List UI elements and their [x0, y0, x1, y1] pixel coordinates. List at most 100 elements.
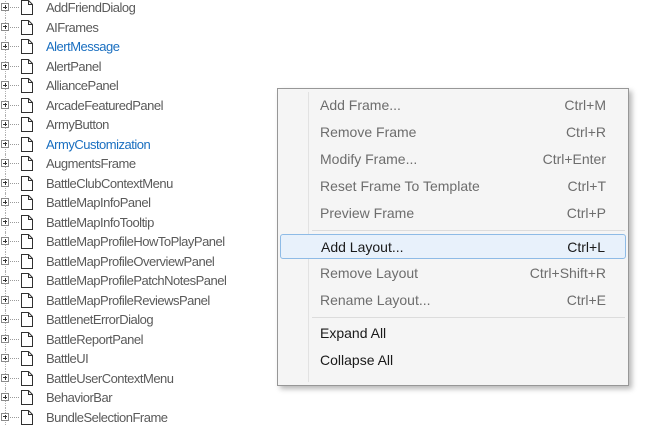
tree-node[interactable]: BundleSelectionFrame	[0, 407, 270, 426]
tree-connector-line	[10, 319, 19, 320]
plus-box-icon[interactable]	[1, 276, 9, 284]
tree-node-label[interactable]: BattleClubContextMenu	[46, 174, 173, 194]
tree-node[interactable]: BattleMapProfilePatchNotesPanel	[0, 271, 270, 291]
tree-node[interactable]: BattleMapInfoTooltip	[0, 212, 270, 233]
plus-box-icon[interactable]	[1, 373, 9, 382]
plus-box-icon[interactable]	[1, 139, 9, 148]
menu-item-reset-frame-to-template[interactable]: Reset Frame To Template Ctrl+T	[280, 174, 626, 199]
tree-node[interactable]: AIFrames	[0, 17, 270, 38]
plus-box-icon[interactable]	[1, 315, 9, 323]
tree-node-label[interactable]: BattleMapInfoPanel	[46, 193, 151, 213]
document-icon	[21, 292, 33, 308]
tree-node-label[interactable]: BattleMapProfileReviewsPanel	[46, 291, 210, 311]
plus-box-icon[interactable]	[1, 3, 9, 11]
tree-node-label[interactable]: ArmyButton	[46, 115, 109, 135]
tree-node-label[interactable]: BattleMapProfilePatchNotesPanel	[46, 271, 227, 291]
menu-item-label: Add Frame...	[320, 97, 401, 113]
menu-item-remove-layout[interactable]: Remove Layout Ctrl+Shift+R	[280, 261, 626, 286]
menu-item-expand-all[interactable]: Expand All	[280, 321, 626, 346]
plus-box-icon[interactable]	[1, 256, 9, 265]
tree-node-label[interactable]: BundleSelectionFrame	[46, 408, 168, 426]
menu-item-add-frame[interactable]: Add Frame... Ctrl+M	[280, 93, 626, 118]
tree-node[interactable]: AlliancePanel	[0, 76, 270, 96]
plus-box-icon[interactable]	[1, 100, 9, 109]
tree-connector-line	[10, 163, 19, 164]
tree-node[interactable]: ArmyCustomization	[0, 134, 270, 155]
tree-node[interactable]: BattleUserContextMenu	[0, 368, 270, 389]
tree-node[interactable]: BattleClubContextMenu	[0, 173, 270, 194]
document-icon	[21, 97, 33, 113]
plus-box-icon[interactable]	[1, 61, 9, 70]
tree-connector-line	[10, 104, 19, 106]
document-icon	[21, 0, 33, 15]
tree-node-label[interactable]: BattleMapProfileOverviewPanel	[46, 252, 215, 272]
tree-node[interactable]: ArcadeFeaturedPanel	[0, 95, 270, 116]
plus-box-icon[interactable]	[1, 354, 9, 362]
frame-tree[interactable]: AddFriendDialog AIFrames AlertMessage Alert…	[0, 0, 270, 426]
tree-node-label[interactable]: ArmyCustomization	[46, 135, 151, 155]
plus-box-icon[interactable]	[1, 81, 9, 89]
tree-connector-line	[10, 358, 19, 359]
menu-item-label: Reset Frame To Template	[320, 178, 480, 194]
tree-node-label[interactable]: AlliancePanel	[46, 76, 119, 96]
plus-box-icon[interactable]	[1, 178, 9, 187]
tree-node-label[interactable]: AlertPanel	[46, 57, 101, 77]
tree-node[interactable]: BattleMapProfileOverviewPanel	[0, 251, 270, 272]
tree-node-label[interactable]: BattleReportPanel	[46, 330, 144, 350]
tree-node-label[interactable]: BattleMapInfoTooltip	[46, 213, 154, 233]
tree-node-label[interactable]: BehaviorBar	[46, 388, 113, 408]
plus-box-icon[interactable]	[1, 393, 9, 401]
plus-box-icon[interactable]	[1, 120, 9, 128]
menu-item-label: Remove Layout	[320, 265, 419, 281]
document-icon	[21, 390, 33, 405]
plus-box-icon[interactable]	[1, 237, 9, 245]
tree-node-label[interactable]: BattleUserContextMenu	[46, 369, 174, 389]
tree-node[interactable]: BattleMapInfoPanel	[0, 193, 270, 213]
document-icon	[21, 78, 33, 93]
plus-box-icon[interactable]	[1, 334, 9, 343]
menu-item-preview-frame[interactable]: Preview Frame Ctrl+P	[280, 201, 626, 226]
tree-node[interactable]: BattleMapProfileReviewsPanel	[0, 290, 270, 311]
plus-box-icon[interactable]	[1, 198, 9, 206]
tree-connector-line	[10, 377, 19, 379]
tree-node[interactable]: AlertMessage	[0, 37, 270, 57]
tree-node[interactable]: BehaviorBar	[0, 388, 270, 408]
plus-box-icon[interactable]	[1, 412, 9, 421]
document-icon	[21, 195, 33, 210]
tree-connector-line	[10, 397, 19, 398]
menu-item-rename-layout[interactable]: Rename Layout... Ctrl+E	[280, 288, 626, 313]
tree-node-label[interactable]: BattleMapProfileHowToPlayPanel	[46, 232, 225, 252]
plus-box-icon[interactable]	[1, 22, 9, 31]
tree-node[interactable]: AugmentsFrame	[0, 154, 270, 174]
plus-box-icon[interactable]	[1, 42, 9, 50]
document-icon	[21, 19, 33, 35]
menu-item-label: Add Layout...	[321, 239, 404, 255]
document-icon	[21, 409, 33, 425]
tree-node[interactable]: BattlenetErrorDialog	[0, 310, 270, 330]
tree-node[interactable]: ArmyButton	[0, 115, 270, 135]
tree-node[interactable]: BattleUI	[0, 349, 270, 369]
plus-box-icon[interactable]	[1, 159, 9, 167]
menu-item-add-layout[interactable]: Add Layout... Ctrl+L	[280, 234, 626, 259]
document-icon	[21, 370, 33, 386]
tree-node-label[interactable]: AIFrames	[46, 18, 99, 38]
tree-node-label[interactable]: BattleUI	[46, 349, 89, 369]
tree-node-label[interactable]: AugmentsFrame	[46, 154, 136, 174]
tree-node-label[interactable]: AlertMessage	[46, 37, 120, 57]
tree-node[interactable]: BattleReportPanel	[0, 329, 270, 350]
plus-box-icon[interactable]	[1, 295, 9, 304]
document-icon	[21, 58, 33, 74]
tree-node-label[interactable]: ArcadeFeaturedPanel	[46, 96, 163, 116]
plus-box-icon[interactable]	[1, 217, 9, 226]
tree-node-label[interactable]: AddFriendDialog	[46, 0, 136, 18]
tree-node[interactable]: AlertPanel	[0, 56, 270, 77]
tree-node[interactable]: BattleMapProfileHowToPlayPanel	[0, 232, 270, 252]
menu-item-modify-frame[interactable]: Modify Frame... Ctrl+Enter	[280, 147, 626, 172]
menu-item-shortcut: Ctrl+R	[565, 124, 606, 140]
tree-node[interactable]: AddFriendDialog	[0, 0, 270, 18]
tree-node-label[interactable]: BattlenetErrorDialog	[46, 310, 154, 330]
document-icon	[21, 39, 33, 54]
document-icon	[21, 253, 33, 269]
menu-item-remove-frame[interactable]: Remove Frame Ctrl+R	[280, 120, 626, 145]
menu-item-collapse-all[interactable]: Collapse All	[280, 348, 626, 373]
